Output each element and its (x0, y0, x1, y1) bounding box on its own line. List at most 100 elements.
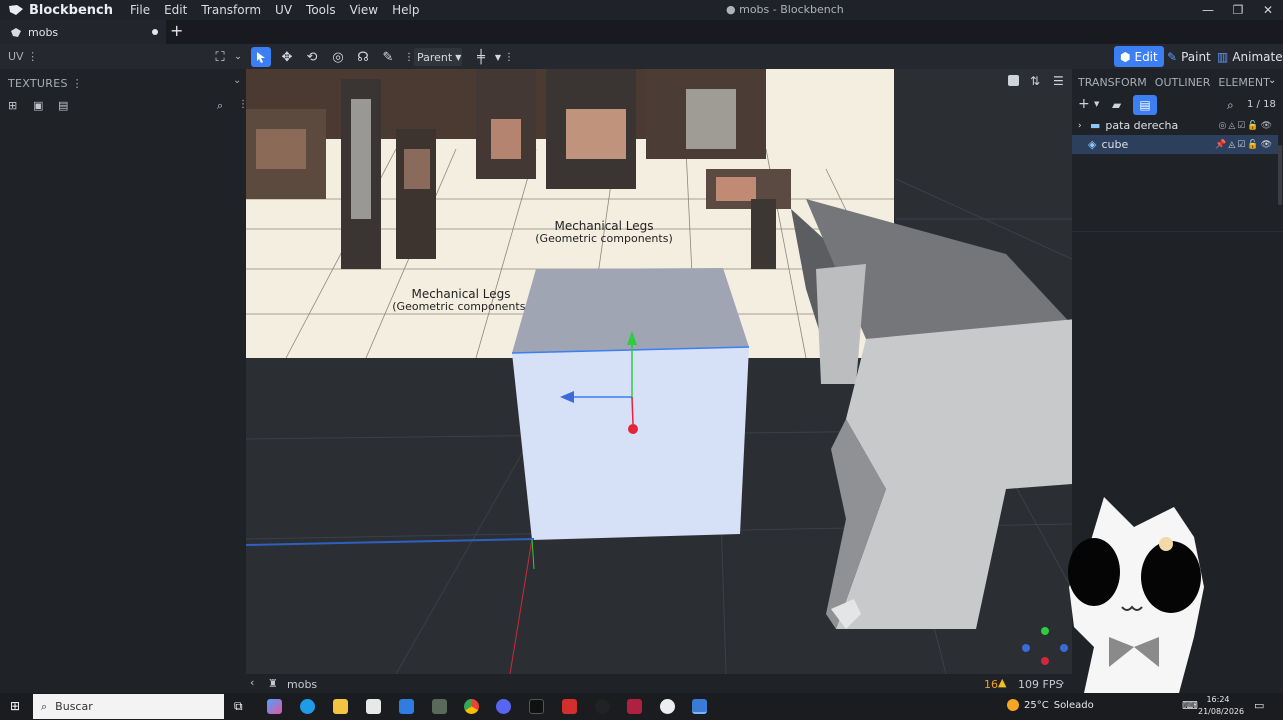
add-element-icon[interactable]: + (1078, 96, 1090, 112)
collapse-panel-icon[interactable]: ⌄ (233, 75, 241, 86)
menu-uv[interactable]: UV (268, 3, 299, 17)
mail-icon[interactable] (399, 699, 414, 714)
menu-view[interactable]: View (343, 3, 385, 17)
blockbench-taskbar-icon[interactable] (692, 699, 707, 714)
add-group-icon[interactable]: ▰ (1112, 98, 1121, 112)
viewport-scene[interactable]: Mechanical Legs (Geometric components) M… (246, 69, 1072, 674)
selected-cube[interactable] (511, 268, 750, 540)
app-icon-3[interactable] (660, 699, 675, 714)
menu-file[interactable]: File (123, 3, 157, 17)
tab-transform[interactable]: TRANSFORM (1078, 76, 1147, 89)
toolbar-more-icon-2[interactable]: ⋮ (499, 47, 519, 67)
discord-icon[interactable] (496, 699, 511, 714)
outliner-item-group[interactable]: › ▬ pata derecha ◎◬☑🔓👁 (1072, 116, 1278, 135)
render-mode-icon[interactable] (1008, 75, 1019, 86)
project-tab[interactable]: mobs (0, 20, 166, 44)
fullscreen-icon[interactable]: ⛶ (210, 47, 230, 67)
group-toggles[interactable]: ◎◬☑🔓👁 (1219, 121, 1274, 131)
capcut-icon[interactable] (529, 699, 544, 714)
search-icon[interactable]: ⌕ (217, 99, 231, 112)
obs-icon[interactable] (595, 699, 610, 714)
weather-widget[interactable]: 25°C Soleado (1007, 699, 1094, 711)
add-dropdown-icon[interactable]: ▼ (1094, 100, 1099, 108)
sidebar-toggle-icon[interactable]: ‹ (250, 676, 254, 689)
nav-z-icon[interactable] (1022, 644, 1030, 652)
maximize-icon[interactable]: ❐ (1223, 0, 1253, 20)
pivot-tool-icon[interactable]: ◎ (328, 47, 348, 67)
toggle-outliner-options-icon[interactable]: ▤ (1133, 95, 1157, 115)
texture-folder-icon[interactable]: ▤ (58, 99, 72, 112)
outliner-item-cube[interactable]: ◈ cube 📌◬☑🔓👁 (1072, 135, 1278, 154)
app-icon-1[interactable] (432, 699, 447, 714)
outliner-search-icon[interactable]: ⌕ (1227, 98, 1234, 113)
import-texture-icon[interactable]: ▣ (33, 99, 47, 112)
window-title: ● mobs - Blockbench (726, 3, 844, 16)
gizmo-x-handle-icon[interactable] (628, 424, 638, 434)
minimize-icon[interactable]: — (1193, 0, 1223, 20)
transform-space-select[interactable]: Parent ▼ (414, 48, 462, 66)
gizmo-x-axis (631, 396, 634, 425)
taskbar-search[interactable]: ⌕ Buscar (33, 694, 224, 719)
file-explorer-icon[interactable] (333, 699, 348, 714)
tab-outliner[interactable]: OUTLINER (1155, 76, 1211, 89)
mode-animate-button[interactable]: ▥ Animate (1211, 46, 1283, 67)
dropdown-icon: ▼ (455, 52, 462, 62)
copilot-icon[interactable] (267, 699, 282, 714)
reference-label-1: Mechanical Legs (Geometric components) (535, 219, 672, 245)
system-clock[interactable]: 16:24 21/08/2026 (1198, 694, 1244, 718)
tab-element[interactable]: ELEMENT (1218, 76, 1269, 89)
mode-edit-button[interactable]: ⬢ Edit (1114, 46, 1164, 67)
move-tool-icon[interactable]: ✥ (277, 47, 297, 67)
keyboard-icon[interactable]: ⌨ (1182, 699, 1198, 712)
cat-left-eye (1068, 538, 1120, 606)
menu-edit[interactable]: Edit (157, 3, 194, 17)
windows-start-icon[interactable]: ⊞ (10, 699, 20, 713)
window-title-text: mobs - Blockbench (739, 3, 844, 16)
vertex-snap-icon[interactable]: ☊ (353, 47, 373, 67)
expand-chevron-icon[interactable]: › (1078, 121, 1090, 131)
cursor-icon (257, 52, 265, 63)
menu-transform[interactable]: Transform (194, 3, 268, 17)
textures-panel: TEXTURES ⋮ ⌄ ⊞ ▣ ▤ ⌕ ⋮ (0, 69, 248, 693)
nav-x-icon[interactable] (1041, 657, 1049, 665)
add-texture-icon[interactable]: ⊞ (8, 99, 22, 112)
reference-label-1-line1: Mechanical Legs (554, 219, 653, 233)
store-icon[interactable] (366, 699, 381, 714)
menu-bar: File Edit Transform UV Tools View Help (123, 3, 426, 17)
outliner-scrollbar[interactable] (1278, 145, 1282, 205)
right-panel-collapse-icon[interactable]: ⌄ (1268, 75, 1276, 86)
uv-menu-icon[interactable]: ⋮ (27, 50, 38, 63)
chevron-down-icon[interactable]: ⌄ (228, 47, 248, 67)
menu-help[interactable]: Help (385, 3, 426, 17)
mode-paint-button[interactable]: ✎ Paint (1161, 46, 1217, 67)
paint-brush-tool-icon[interactable]: ✎ (378, 47, 398, 67)
3d-viewport[interactable]: Mechanical Legs (Geometric components) M… (246, 69, 1072, 674)
viewport-menu-icon[interactable]: ☰ (1053, 74, 1064, 88)
nav-y-icon[interactable] (1041, 627, 1049, 635)
chrome-icon[interactable] (464, 699, 479, 714)
cube-toggles[interactable]: 📌◬☑🔓👁 (1215, 140, 1274, 150)
transform-space-value: Parent (417, 50, 453, 64)
new-tab-icon[interactable]: + (170, 21, 183, 40)
notification-icon[interactable]: ▭ (1254, 699, 1264, 712)
textures-menu-icon[interactable]: ⋮ (72, 77, 83, 90)
menu-tools[interactable]: Tools (299, 3, 343, 17)
fps-counter: 109 FPS (1018, 678, 1063, 691)
search-icon-taskbar: ⌕ (41, 699, 48, 713)
edge-icon[interactable] (300, 699, 315, 714)
task-view-icon[interactable]: ⧉ (234, 699, 243, 714)
warning-icon[interactable]: ▲ (998, 676, 1006, 689)
mode-paint-label: Paint (1181, 49, 1211, 64)
app-icon-2[interactable] (627, 699, 642, 714)
app-name: Blockbench (29, 2, 113, 18)
roblox-icon[interactable] (562, 699, 577, 714)
taskbar-search-placeholder: Buscar (55, 700, 93, 713)
move-select-tool-icon[interactable] (251, 47, 271, 67)
view-options-icon[interactable]: ⇅ (1030, 74, 1040, 88)
warning-count[interactable]: 16 (984, 678, 998, 691)
panel-divider (1072, 231, 1283, 232)
close-icon[interactable]: ✕ (1253, 0, 1283, 20)
cat-mascot (1068, 497, 1204, 693)
rotate-tool-icon[interactable]: ⟲ (302, 47, 322, 67)
cube-icon: ◈ (1088, 138, 1097, 151)
